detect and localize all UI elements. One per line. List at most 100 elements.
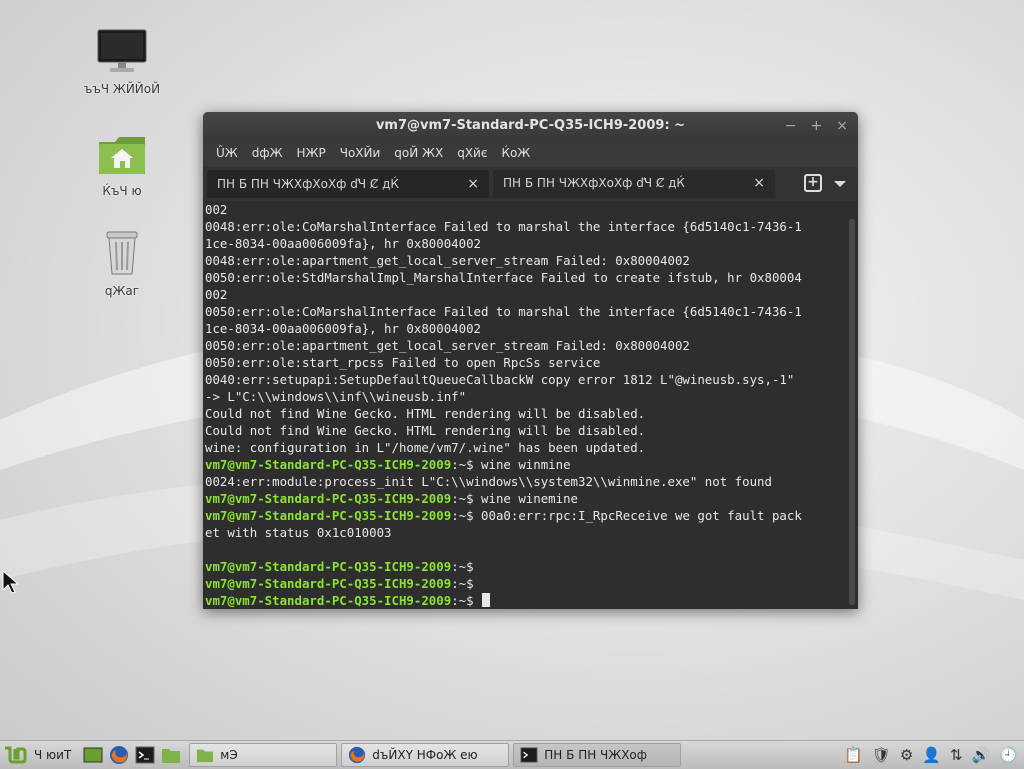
menu-bar: ÛЖ dфЖ НЖР ЧоХЙи qоЙ ЖХ qХйє ЌоЖ bbox=[203, 140, 858, 167]
close-button[interactable]: × bbox=[836, 112, 848, 140]
prompt-user-host: vm7@vm7-Standard-PC-Q35-ICH9-2009 bbox=[205, 576, 452, 591]
window-titlebar[interactable]: vm7@vm7-Standard-PC-Q35-ICH9-2009: ~ − +… bbox=[203, 112, 858, 140]
home-folder-icon bbox=[99, 137, 145, 174]
terminal-output-line: et with status 0x1c010003 bbox=[205, 525, 392, 540]
start-menu-label: Ч юиТ bbox=[34, 748, 72, 762]
prompt-user-host: vm7@vm7-Standard-PC-Q35-ICH9-2009 bbox=[205, 559, 452, 574]
menu-item-view[interactable]: НЖР bbox=[290, 140, 333, 167]
menu-item-tabs[interactable]: qХйє bbox=[450, 140, 494, 167]
computer-icon bbox=[97, 29, 147, 72]
terminal-prompt-line: vm7@vm7-Standard-PC-Q35-ICH9-2009:~$ win… bbox=[205, 490, 846, 507]
prompt-command: wine winemine bbox=[473, 491, 579, 506]
prompt-path: :~$ bbox=[451, 491, 474, 506]
prompt-user-host: vm7@vm7-Standard-PC-Q35-ICH9-2009 bbox=[205, 457, 452, 472]
terminal-prompt-line: vm7@vm7-Standard-PC-Q35-ICH9-2009:~$ bbox=[205, 575, 846, 592]
terminal-output-line: 0040:err:setupapi:SetupDefaultQueueCallb… bbox=[205, 372, 795, 387]
terminal-prompt-line: vm7@vm7-Standard-PC-Q35-ICH9-2009:~$ win… bbox=[205, 456, 846, 473]
terminal-output-line: Could not find Wine Gecko. HTML renderin… bbox=[205, 423, 646, 438]
prompt-user-host: vm7@vm7-Standard-PC-Q35-ICH9-2009 bbox=[205, 508, 452, 523]
terminal-output-line: wine: configuration in L"/home/vm7/.wine… bbox=[205, 440, 646, 455]
prompt-command: wine winmine bbox=[473, 457, 571, 472]
desktop-icon-label: ЌъЧ ю bbox=[102, 184, 142, 198]
terminal-output-line: 0048:err:ole:apartment_get_local_server_… bbox=[205, 253, 690, 268]
trash-icon bbox=[106, 231, 138, 275]
task-label: мЭ bbox=[220, 748, 238, 762]
menu-item-terminal[interactable]: qоЙ ЖХ bbox=[387, 140, 450, 167]
terminal-output-line: 0050:err:ole:start_rpcss Failed to open … bbox=[205, 355, 601, 370]
taskbar-task-terminal[interactable]: ПН Б ПН ЧЖХоф bbox=[513, 743, 682, 767]
desktop-icon-computer[interactable]: ъъЧ ЖЙЙоЙ bbox=[82, 28, 162, 96]
taskbar: Ч юиТ мЭ dъЙХY НФоЖ ею ПН Б ПН ЧЖХоф 📋 🛡… bbox=[0, 740, 1024, 769]
terminal-prompt-line: vm7@vm7-Standard-PC-Q35-ICH9-2009:~$ bbox=[205, 558, 846, 575]
new-tab-button[interactable]: + bbox=[804, 174, 822, 192]
terminal-output-line: 0024:err:module:process_init L"C:\\windo… bbox=[205, 474, 772, 489]
folder-icon bbox=[197, 749, 214, 763]
maximize-button[interactable]: + bbox=[811, 112, 823, 140]
prompt-user-host: vm7@vm7-Standard-PC-Q35-ICH9-2009 bbox=[205, 491, 452, 506]
settings-icon[interactable]: ⚙ bbox=[900, 746, 913, 764]
user-icon[interactable]: 👤 bbox=[922, 746, 941, 764]
taskbar-task-files[interactable]: мЭ bbox=[189, 743, 338, 767]
prompt-path: :~$ bbox=[451, 457, 474, 472]
desktop-icon-home[interactable]: ЌъЧ ю bbox=[82, 134, 162, 198]
terminal-window[interactable]: vm7@vm7-Standard-PC-Q35-ICH9-2009: ~ − +… bbox=[203, 112, 858, 609]
tab-1[interactable]: ПН Б ПН ЧЖХфХоХф ďЧ Ȼ дЌ × bbox=[207, 170, 489, 198]
terminal-output-line: 1ce-8034-00aa006009fa}, hr 0x80004002 bbox=[205, 236, 482, 251]
terminal-scrollbar[interactable] bbox=[846, 201, 858, 609]
terminal-output-line: 0050:err:ole:apartment_get_local_server_… bbox=[205, 338, 690, 353]
tab-menu-chevron-icon[interactable] bbox=[834, 181, 846, 187]
network-icon[interactable]: ⇅ bbox=[950, 746, 963, 764]
tab-label: ПН Б ПН ЧЖХфХоХф ďЧ Ȼ дЌ bbox=[503, 176, 685, 190]
mint-logo-icon bbox=[5, 746, 27, 764]
terminal-output-line: 1ce-8034-00aa006009fa}, hr 0x80004002 bbox=[205, 321, 482, 336]
clipboard-icon[interactable]: 📋 bbox=[844, 746, 863, 764]
desktop-icon-label: ъъЧ ЖЙЙоЙ bbox=[83, 82, 161, 96]
folder-icon[interactable] bbox=[161, 745, 181, 765]
system-tray: 📋 🛡 ⚙ 👤 ⇅ 🔊 🕘 bbox=[844, 741, 1018, 769]
task-label: dъЙХY НФоЖ ею bbox=[372, 748, 478, 762]
terminal-output-line: 0048:err:ole:CoMarshalInterface Failed t… bbox=[205, 219, 802, 234]
quick-launch bbox=[79, 745, 185, 765]
terminal-output[interactable]: 002 0048:err:ole:CoMarshalInterface Faile… bbox=[203, 201, 846, 609]
firefox-icon[interactable] bbox=[109, 745, 129, 765]
start-menu-button[interactable]: Ч юиТ bbox=[0, 741, 79, 769]
prompt-path: :~$ bbox=[451, 508, 474, 523]
menu-item-file[interactable]: ÛЖ bbox=[209, 140, 245, 167]
prompt-user-host: vm7@vm7-Standard-PC-Q35-ICH9-2009 bbox=[205, 593, 452, 608]
terminal-cursor bbox=[481, 593, 490, 607]
terminal-icon[interactable] bbox=[135, 745, 155, 765]
scrollbar-thumb[interactable] bbox=[849, 219, 855, 605]
taskbar-task-firefox[interactable]: dъЙХY НФоЖ ею bbox=[341, 743, 510, 767]
menu-item-help[interactable]: ЌоЖ bbox=[494, 140, 537, 167]
show-desktop-icon[interactable] bbox=[83, 745, 103, 765]
terminal-output-line: 0050:err:ole:StdMarshalImpl_MarshalInter… bbox=[205, 270, 802, 285]
terminal-output-line: Could not find Wine Gecko. HTML renderin… bbox=[205, 406, 646, 421]
volume-icon[interactable]: 🔊 bbox=[972, 746, 991, 764]
desktop-icon-label: qЖаг bbox=[104, 284, 140, 298]
terminal-output-line: 0050:err:ole:CoMarshalInterface Failed t… bbox=[205, 304, 802, 319]
prompt-path: :~$ bbox=[451, 593, 474, 608]
mouse-cursor-icon bbox=[2, 570, 20, 594]
terminal-output-line: 002 bbox=[205, 202, 228, 217]
clock-icon[interactable]: 🕘 bbox=[999, 746, 1018, 764]
firefox-icon bbox=[349, 746, 366, 764]
terminal-output-line: 002 bbox=[205, 287, 228, 302]
tab-bar: ПН Б ПН ЧЖХфХоХф ďЧ Ȼ дЌ × ПН Б ПН ЧЖХфХ… bbox=[203, 167, 858, 201]
menu-item-edit[interactable]: dфЖ bbox=[245, 140, 290, 167]
tab-close-button[interactable]: × bbox=[753, 175, 765, 191]
tab-2[interactable]: ПН Б ПН ЧЖХфХоХф ďЧ Ȼ дЌ × bbox=[493, 170, 775, 198]
window-title: vm7@vm7-Standard-PC-Q35-ICH9-2009: ~ bbox=[375, 118, 686, 133]
task-label: ПН Б ПН ЧЖХоф bbox=[544, 748, 648, 762]
desktop-icon-trash[interactable]: qЖаг bbox=[82, 228, 162, 298]
tab-label: ПН Б ПН ЧЖХфХоХф ďЧ Ȼ дЌ bbox=[217, 177, 399, 191]
tab-close-button[interactable]: × bbox=[467, 176, 479, 192]
terminal-prompt-line: vm7@vm7-Standard-PC-Q35-ICH9-2009:~$ 00a… bbox=[205, 507, 846, 524]
menu-item-search[interactable]: ЧоХЙи bbox=[333, 140, 388, 167]
prompt-path: :~$ bbox=[451, 559, 474, 574]
shield-icon[interactable]: 🛡 bbox=[872, 746, 891, 764]
terminal-prompt-line: vm7@vm7-Standard-PC-Q35-ICH9-2009:~$ bbox=[205, 592, 846, 609]
terminal-output-line: -> L"C:\\windows\\inf\\wineusb.inf" bbox=[205, 389, 467, 404]
minimize-button[interactable]: − bbox=[785, 112, 797, 140]
prompt-command: 00a0:err:rpc:I_RpcReceive we got fault p… bbox=[473, 508, 802, 523]
